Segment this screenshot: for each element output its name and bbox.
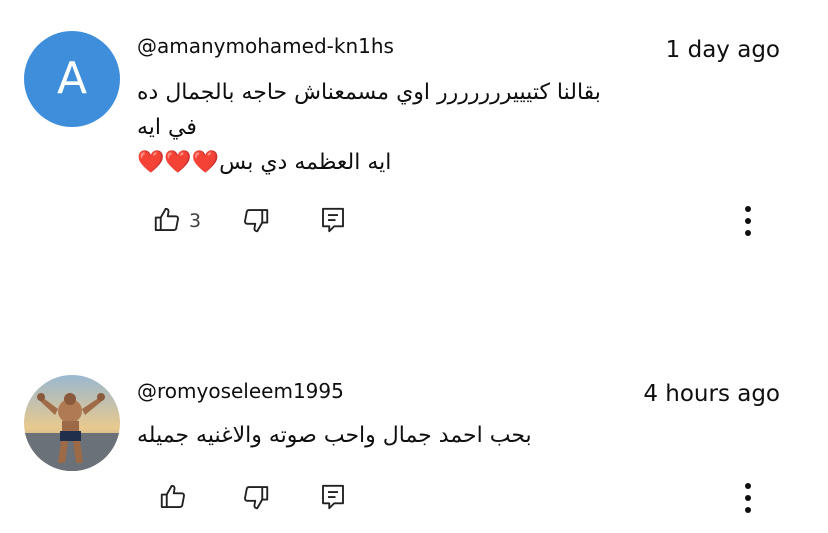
comment-text: بقالنا كتيييررررررر اوي مسمعناش حاجه بال… bbox=[137, 75, 637, 180]
comment-timestamp: 1 day ago bbox=[665, 37, 780, 63]
comment-text: بحب احمد جمال واحب صوته والاغنيه جميله bbox=[137, 418, 637, 453]
more-options-button[interactable] bbox=[733, 478, 763, 518]
thumbs-up-icon bbox=[160, 484, 185, 508]
comment-text-line: بحب احمد جمال واحب صوته والاغنيه جميله bbox=[137, 423, 532, 448]
comment-actions: 3 bbox=[0, 201, 828, 241]
comment-text-line: في ايه bbox=[137, 115, 197, 140]
thumbs-down-icon bbox=[244, 486, 269, 510]
comment-actions bbox=[0, 478, 828, 518]
comment-item: A @amanymohamed-kn1hs 1 day ago بقالنا ك… bbox=[0, 0, 828, 260]
more-options-button[interactable] bbox=[733, 201, 763, 241]
avatar[interactable] bbox=[24, 375, 120, 471]
like-button[interactable] bbox=[152, 205, 182, 235]
reply-button[interactable] bbox=[318, 482, 348, 512]
more-vertical-icon bbox=[745, 206, 751, 236]
comment-text-line: بقالنا كتيييررررررر اوي مسمعناش حاجه بال… bbox=[137, 80, 601, 105]
reply-icon bbox=[322, 207, 344, 233]
bodybuilder-photo-avatar bbox=[24, 375, 120, 471]
like-button[interactable] bbox=[158, 482, 188, 512]
comment-timestamp: 4 hours ago bbox=[643, 381, 780, 407]
reply-icon bbox=[322, 484, 344, 510]
more-vertical-icon bbox=[745, 483, 751, 513]
like-count: 3 bbox=[189, 210, 202, 232]
reply-button[interactable] bbox=[318, 205, 348, 235]
comment-author-handle[interactable]: @amanymohamed-kn1hs bbox=[137, 34, 394, 58]
avatar[interactable]: A bbox=[24, 31, 120, 127]
avatar-letter: A bbox=[56, 53, 88, 104]
dislike-button[interactable] bbox=[241, 482, 271, 512]
comment-text-line: ايه العظمه دي بس❤️❤️❤️ bbox=[137, 150, 392, 175]
comment-item: @romyoseleem1995 4 hours ago بحب احمد جم… bbox=[0, 360, 828, 533]
dislike-button[interactable] bbox=[241, 205, 271, 235]
thumbs-up-icon bbox=[154, 207, 179, 231]
comment-author-handle[interactable]: @romyoseleem1995 bbox=[137, 379, 344, 403]
thumbs-down-icon bbox=[244, 209, 269, 233]
